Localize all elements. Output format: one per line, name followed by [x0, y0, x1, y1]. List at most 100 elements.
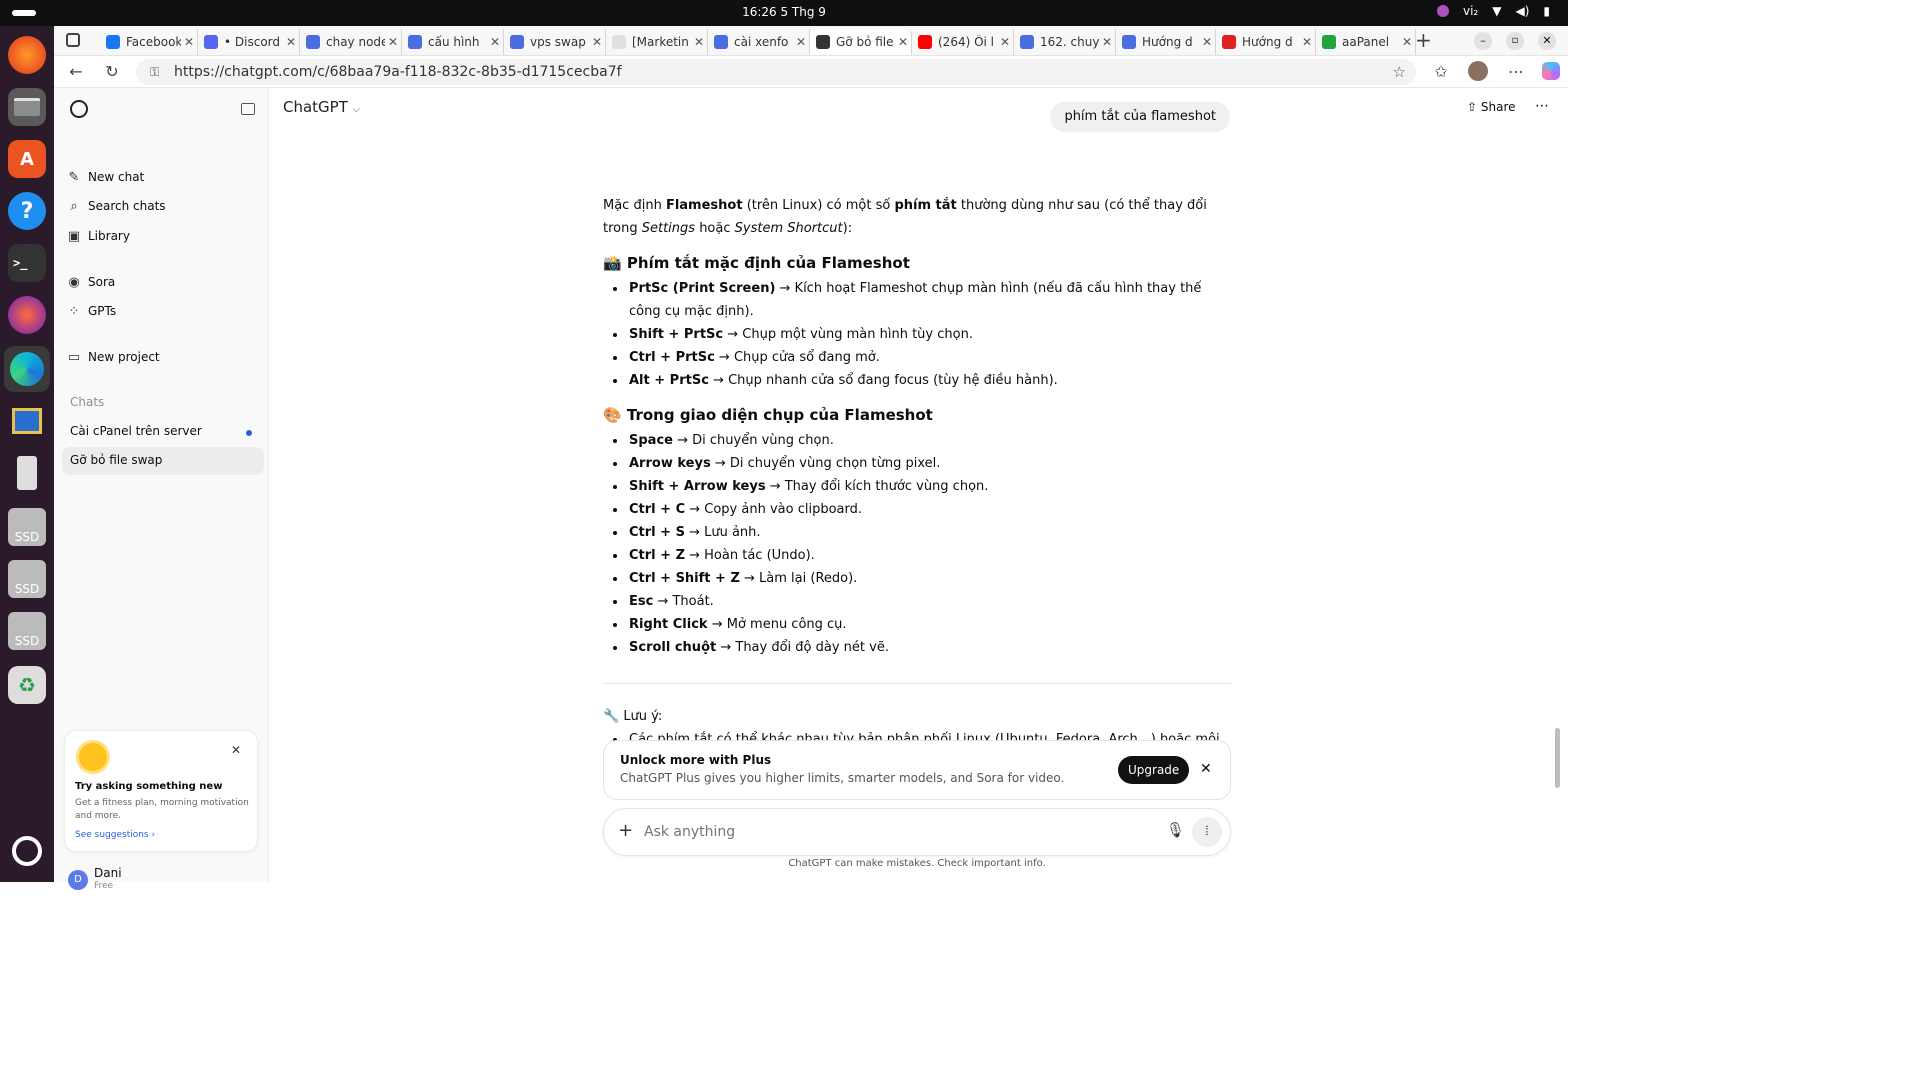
- favorites-icon[interactable]: ✩: [1431, 62, 1451, 82]
- site-info-icon[interactable]: ⚿: [150, 59, 159, 85]
- browser-tab[interactable]: cấu hình ✕: [402, 29, 504, 55]
- help-icon[interactable]: ?: [8, 192, 46, 230]
- tab-label: (264) Ôi l: [938, 35, 995, 49]
- more-menu-icon[interactable]: ⋯: [1506, 62, 1526, 82]
- url-field[interactable]: ⚿ https://chatgpt.com/c/68baa79a-f118-83…: [136, 59, 1416, 85]
- close-tab-icon[interactable]: ✕: [487, 35, 503, 49]
- firefox-tray-icon[interactable]: [1436, 5, 1449, 17]
- new-tab-button[interactable]: +: [1415, 28, 1432, 52]
- voice-mode-button[interactable]: ⦙: [1192, 817, 1222, 847]
- usb-drive-icon[interactable]: [8, 454, 46, 492]
- browser-tab[interactable]: (264) Ôi l ✕: [912, 29, 1014, 55]
- ssd-icon[interactable]: SSD: [8, 560, 46, 598]
- tab-actions-icon[interactable]: [66, 33, 80, 47]
- browser-tab[interactable]: Hướng d ✕: [1216, 29, 1316, 55]
- edge-icon[interactable]: [4, 346, 50, 392]
- trash-icon[interactable]: ♻: [8, 666, 46, 704]
- shortcut-item: Right Click → Mở menu công cụ.: [603, 613, 1231, 636]
- firefox-dev-icon[interactable]: [8, 296, 46, 334]
- battery-icon[interactable]: ▮: [1543, 4, 1550, 18]
- user-profile[interactable]: D Dani Free: [66, 866, 256, 896]
- share-label: Share: [1480, 100, 1516, 114]
- toggle-sidebar-icon[interactable]: [241, 103, 255, 115]
- profile-avatar[interactable]: [1468, 61, 1488, 81]
- wifi-icon[interactable]: ▼: [1492, 4, 1501, 18]
- close-tab-icon[interactable]: ✕: [1399, 35, 1415, 49]
- close-tab-icon[interactable]: ✕: [283, 35, 299, 49]
- note-heading: 🔧 Lưu ý:: [603, 709, 663, 724]
- minimize-button[interactable]: –: [1474, 32, 1492, 50]
- new-project-button[interactable]: ▭ New project: [66, 346, 160, 368]
- close-tab-icon[interactable]: ✕: [1199, 35, 1215, 49]
- intro-text: (trên Linux) có một số: [742, 198, 895, 213]
- remote-desktop-icon[interactable]: [8, 402, 46, 440]
- sora-button[interactable]: ◉ Sora: [66, 271, 115, 293]
- back-button[interactable]: ←: [66, 62, 86, 82]
- close-tab-icon[interactable]: ✕: [181, 35, 197, 49]
- shortcut-item: Shift + Arrow keys → Thay đổi kích thước…: [603, 475, 1231, 498]
- system-tray[interactable]: vi₂ ▼ ◀) ▮: [1436, 4, 1550, 18]
- ssd-icon[interactable]: SSD: [8, 612, 46, 650]
- conversation-options-icon[interactable]: ⋯: [1535, 98, 1549, 114]
- library-button[interactable]: ▣ Library: [66, 225, 130, 247]
- upgrade-button[interactable]: Upgrade: [1118, 756, 1190, 784]
- browser-tab[interactable]: chay node ✕: [300, 29, 402, 55]
- openai-logo-icon[interactable]: [70, 100, 88, 118]
- close-tab-icon[interactable]: ✕: [691, 35, 707, 49]
- chat-history-item-active[interactable]: Gỡ bỏ file swap: [62, 447, 264, 475]
- ubuntu-icon[interactable]: [8, 832, 46, 870]
- maximize-button[interactable]: ▫: [1506, 32, 1524, 50]
- app-center-icon[interactable]: A: [8, 140, 46, 178]
- search-chats-button[interactable]: ⌕ Search chats: [66, 195, 165, 217]
- tab-label: 162. chuy: [1040, 35, 1099, 49]
- prompt-input[interactable]: [644, 819, 1144, 845]
- browser-tab[interactable]: • Discord ✕: [198, 29, 300, 55]
- see-suggestions-link[interactable]: See suggestions ›: [75, 830, 155, 840]
- close-tab-icon[interactable]: ✕: [1299, 35, 1315, 49]
- close-upsell-button[interactable]: ✕: [1200, 761, 1212, 777]
- close-tab-icon[interactable]: ✕: [895, 35, 911, 49]
- shortcut-description: → Chụp cửa sổ đang mở.: [714, 350, 880, 365]
- share-button[interactable]: ⇧ Share: [1467, 100, 1516, 114]
- scrollbar[interactable]: [1555, 728, 1560, 788]
- close-tab-icon[interactable]: ✕: [589, 35, 605, 49]
- url-text: https://chatgpt.com/c/68baa79a-f118-832c…: [174, 64, 622, 80]
- model-selector[interactable]: ChatGPT ⌵: [283, 98, 360, 116]
- gpts-button[interactable]: ⁘ GPTs: [66, 300, 117, 322]
- section-heading-capture-ui: 🎨 Trong giao diện chụp của Flameshot: [603, 406, 933, 424]
- shortcut-description: → Thay đổi kích thước vùng chọn.: [765, 479, 989, 494]
- browser-tab[interactable]: 162. chuy ✕: [1014, 29, 1116, 55]
- system-clock[interactable]: 16:26 5 Thg 9: [0, 5, 1568, 19]
- reload-button[interactable]: ↻: [102, 62, 122, 82]
- close-tab-icon[interactable]: ✕: [385, 35, 401, 49]
- terminal-icon[interactable]: >_: [8, 244, 46, 282]
- tab-favicon-icon: [306, 35, 320, 49]
- add-attachment-button[interactable]: +: [618, 820, 633, 841]
- browser-tab[interactable]: [Marketin ✕: [606, 29, 708, 55]
- browser-tab[interactable]: Facebook ✕: [100, 29, 198, 55]
- favorite-star-icon[interactable]: ☆: [1393, 59, 1406, 85]
- microphone-icon[interactable]: 🎙: [1166, 821, 1185, 839]
- files-icon[interactable]: [8, 88, 46, 126]
- browser-tab[interactable]: Gỡ bỏ file ✕: [810, 29, 912, 55]
- upsell-body: ChatGPT Plus gives you higher limits, sm…: [620, 771, 1065, 785]
- chat-history-item[interactable]: Cài cPanel trên server: [62, 418, 264, 446]
- close-tab-icon[interactable]: ✕: [997, 35, 1013, 49]
- browser-tab[interactable]: vps swap ✕: [504, 29, 606, 55]
- close-window-button[interactable]: ✕: [1538, 32, 1556, 50]
- user-message-text: phím tắt của flameshot: [1064, 109, 1216, 124]
- firefox-icon[interactable]: [8, 36, 46, 74]
- close-tab-icon[interactable]: ✕: [793, 35, 809, 49]
- volume-icon[interactable]: ◀): [1515, 4, 1529, 18]
- browser-tab[interactable]: Hướng d ✕: [1116, 29, 1216, 55]
- tab-favicon-icon: [408, 35, 422, 49]
- new-chat-button[interactable]: ✎ New chat: [66, 166, 145, 188]
- ssd-icon[interactable]: SSD: [8, 508, 46, 546]
- copilot-icon[interactable]: [1542, 62, 1560, 80]
- browser-tab[interactable]: aaPanel ✕: [1316, 29, 1416, 55]
- library-label: Library: [88, 229, 130, 243]
- close-tab-icon[interactable]: ✕: [1099, 35, 1115, 49]
- close-suggestion-button[interactable]: ✕: [231, 743, 241, 757]
- input-method-indicator[interactable]: vi₂: [1463, 4, 1478, 18]
- browser-tab[interactable]: cài xenfo ✕: [708, 29, 810, 55]
